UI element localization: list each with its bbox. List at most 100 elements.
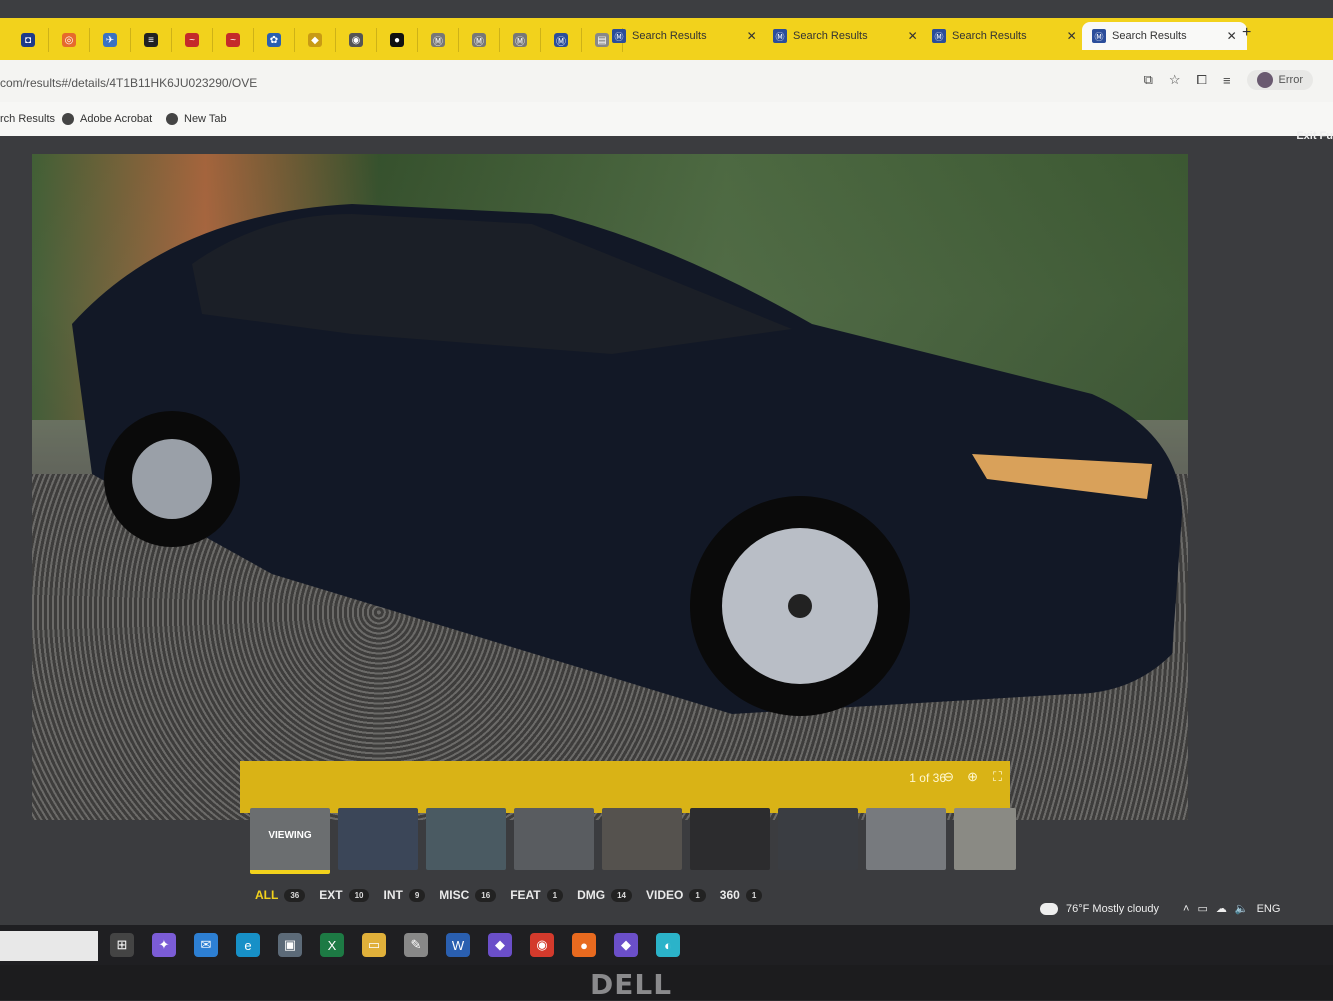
firefox-icon[interactable]: ●	[572, 933, 596, 957]
shield-icon: ◆	[308, 33, 322, 47]
app-icon: ✈	[103, 33, 117, 47]
thumbnail[interactable]	[778, 808, 858, 870]
pinned-tab[interactable]: ◆	[295, 28, 336, 52]
pinned-tab[interactable]: Ⓜ	[418, 28, 459, 52]
app-icon[interactable]: ◐	[656, 933, 680, 957]
address-bar: com/results#/details/4T1B11HK6JU023290/O…	[0, 60, 1333, 104]
tab-search-results-3[interactable]: Ⓜ Search Results ✕	[932, 22, 1077, 50]
filter-label: ALL	[255, 888, 279, 902]
filter-video[interactable]: VIDEO 1	[646, 888, 706, 902]
thumbnail-viewing[interactable]: VIEWING	[250, 808, 330, 874]
toolbar-icons: ⧉ ☆ ⧠ ≡ Error	[1144, 70, 1313, 90]
app-icon[interactable]: ✎	[404, 933, 428, 957]
thumbnail[interactable]	[866, 808, 946, 870]
thumbnail[interactable]	[338, 808, 418, 870]
excel-icon[interactable]: X	[320, 933, 344, 957]
thumbnail[interactable]	[690, 808, 770, 870]
pinned-tab[interactable]: ✈	[90, 28, 131, 52]
screen: ◘ ◎ ✈ ≡ ~ ~ ✿ ◆ ◉ ● Ⓜ Ⓜ Ⓜ Ⓜ ▤ Ⓜ Search R…	[0, 0, 1333, 965]
bookmark-item[interactable]: Adobe Acrobat	[62, 113, 152, 125]
close-icon[interactable]: ✕	[908, 29, 918, 43]
tab-search-results-1[interactable]: Ⓜ Search Results ✕	[612, 22, 757, 50]
language-indicator[interactable]: ENG	[1257, 903, 1281, 915]
app-icon: Ⓜ	[554, 33, 568, 48]
filter-dmg[interactable]: DMG 14	[577, 888, 632, 902]
close-icon[interactable]: ✕	[747, 29, 757, 43]
bookmark-item[interactable]: rch Results	[0, 113, 55, 125]
avatar	[1256, 72, 1273, 88]
vehicle-photo[interactable]	[32, 154, 1188, 820]
fullscreen-icon[interactable]: ⛶	[993, 769, 1002, 785]
photo-counter: 1 of 36	[909, 771, 946, 785]
chrome-icon[interactable]: ◉	[530, 933, 554, 957]
onedrive-icon[interactable]: ☁	[1216, 902, 1227, 915]
chevron-up-icon[interactable]: ˄	[1183, 903, 1189, 915]
pinned-tab[interactable]: ●	[377, 28, 418, 52]
app-icon[interactable]: ◆	[614, 933, 638, 957]
app-icon: Ⓜ	[472, 33, 486, 48]
filter-360[interactable]: 360 1	[720, 888, 763, 902]
pinned-tab[interactable]: ≡	[131, 28, 172, 52]
filter-feat[interactable]: FEAT 1	[510, 888, 564, 902]
thumbnail[interactable]	[514, 808, 594, 870]
network-icon[interactable]: ▭	[1197, 902, 1207, 915]
pinned-tab[interactable]: ◉	[336, 28, 377, 52]
filter-ext[interactable]: EXT 10	[319, 888, 370, 902]
pinned-tab[interactable]: Ⓜ	[459, 28, 500, 52]
pinned-tab[interactable]: ~	[172, 28, 213, 52]
filter-misc[interactable]: MISC 16	[439, 888, 497, 902]
pinned-tab[interactable]: Ⓜ	[500, 28, 541, 52]
pinned-tab[interactable]: ◎	[49, 28, 90, 52]
taskbar-search-box[interactable]	[0, 931, 98, 961]
pinned-tabs: ◘ ◎ ✈ ≡ ~ ~ ✿ ◆ ◉ ● Ⓜ Ⓜ Ⓜ Ⓜ ▤	[8, 28, 623, 52]
pinned-tab[interactable]: ✿	[254, 28, 295, 52]
pinned-tab[interactable]: Ⓜ	[541, 28, 582, 52]
edge-icon[interactable]: e	[236, 933, 260, 957]
app-icon[interactable]: ▣	[278, 933, 302, 957]
tab-title: Search Results	[1112, 30, 1187, 42]
mail-icon[interactable]: ✉	[194, 933, 218, 957]
app-icon: ◎	[62, 33, 76, 47]
app-icon: ~	[226, 33, 240, 47]
filter-all[interactable]: ALL 36	[255, 888, 306, 902]
globe-icon	[62, 113, 74, 125]
pinned-tab[interactable]: ~	[213, 28, 254, 52]
extensions-icon[interactable]: ⧠	[1197, 72, 1207, 88]
filter-count: 1	[689, 888, 706, 902]
pinned-tab[interactable]: ◘	[8, 28, 49, 52]
thumbnail[interactable]	[602, 808, 682, 870]
exit-fullscreen-button[interactable]: Exit Fu	[1296, 130, 1333, 142]
speaker-icon[interactable]: 🔈	[1235, 902, 1249, 915]
filter-label: INT	[383, 888, 403, 902]
bookmark-item[interactable]: New Tab	[166, 113, 227, 125]
copilot-icon[interactable]: ✦	[152, 933, 176, 957]
file-explorer-icon[interactable]: ▭	[362, 933, 386, 957]
thumbnail[interactable]	[954, 808, 1016, 870]
profile-button[interactable]: Error	[1246, 70, 1313, 90]
app-icon: ✿	[267, 33, 281, 47]
word-icon[interactable]: W	[446, 933, 470, 957]
tab-favicon: Ⓜ	[773, 29, 787, 43]
install-app-icon[interactable]: ⧉	[1144, 72, 1153, 88]
filter-label: VIDEO	[646, 888, 684, 902]
monitor-brand-logo: DELL	[590, 968, 673, 1001]
app-icon: ≡	[144, 33, 158, 47]
close-icon[interactable]: ✕	[1227, 29, 1237, 43]
app-icon: ◉	[349, 33, 363, 47]
tab-search-results-active[interactable]: Ⓜ Search Results ✕	[1082, 22, 1247, 50]
zoom-in-icon[interactable]: ⊕	[967, 769, 978, 785]
app-icon[interactable]: ◆	[488, 933, 512, 957]
reading-list-icon[interactable]: ≡	[1223, 73, 1231, 88]
task-view-icon[interactable]: ⊞	[110, 933, 134, 957]
zoom-out-icon[interactable]: ⊖	[943, 769, 954, 785]
url-input[interactable]: com/results#/details/4T1B11HK6JU023290/O…	[0, 76, 257, 90]
filter-int[interactable]: INT 9	[383, 888, 426, 902]
bookmark-star-icon[interactable]: ☆	[1169, 72, 1181, 88]
bookmarks-bar: rch Results Adobe Acrobat New Tab	[0, 102, 1333, 136]
new-tab-button[interactable]: +	[1242, 24, 1251, 42]
thumbnail[interactable]	[426, 808, 506, 870]
weather-text[interactable]: 76°F Mostly cloudy	[1066, 903, 1159, 915]
tab-search-results-2[interactable]: Ⓜ Search Results ✕	[773, 22, 918, 50]
car-illustration	[72, 204, 1182, 716]
close-icon[interactable]: ✕	[1067, 29, 1077, 43]
